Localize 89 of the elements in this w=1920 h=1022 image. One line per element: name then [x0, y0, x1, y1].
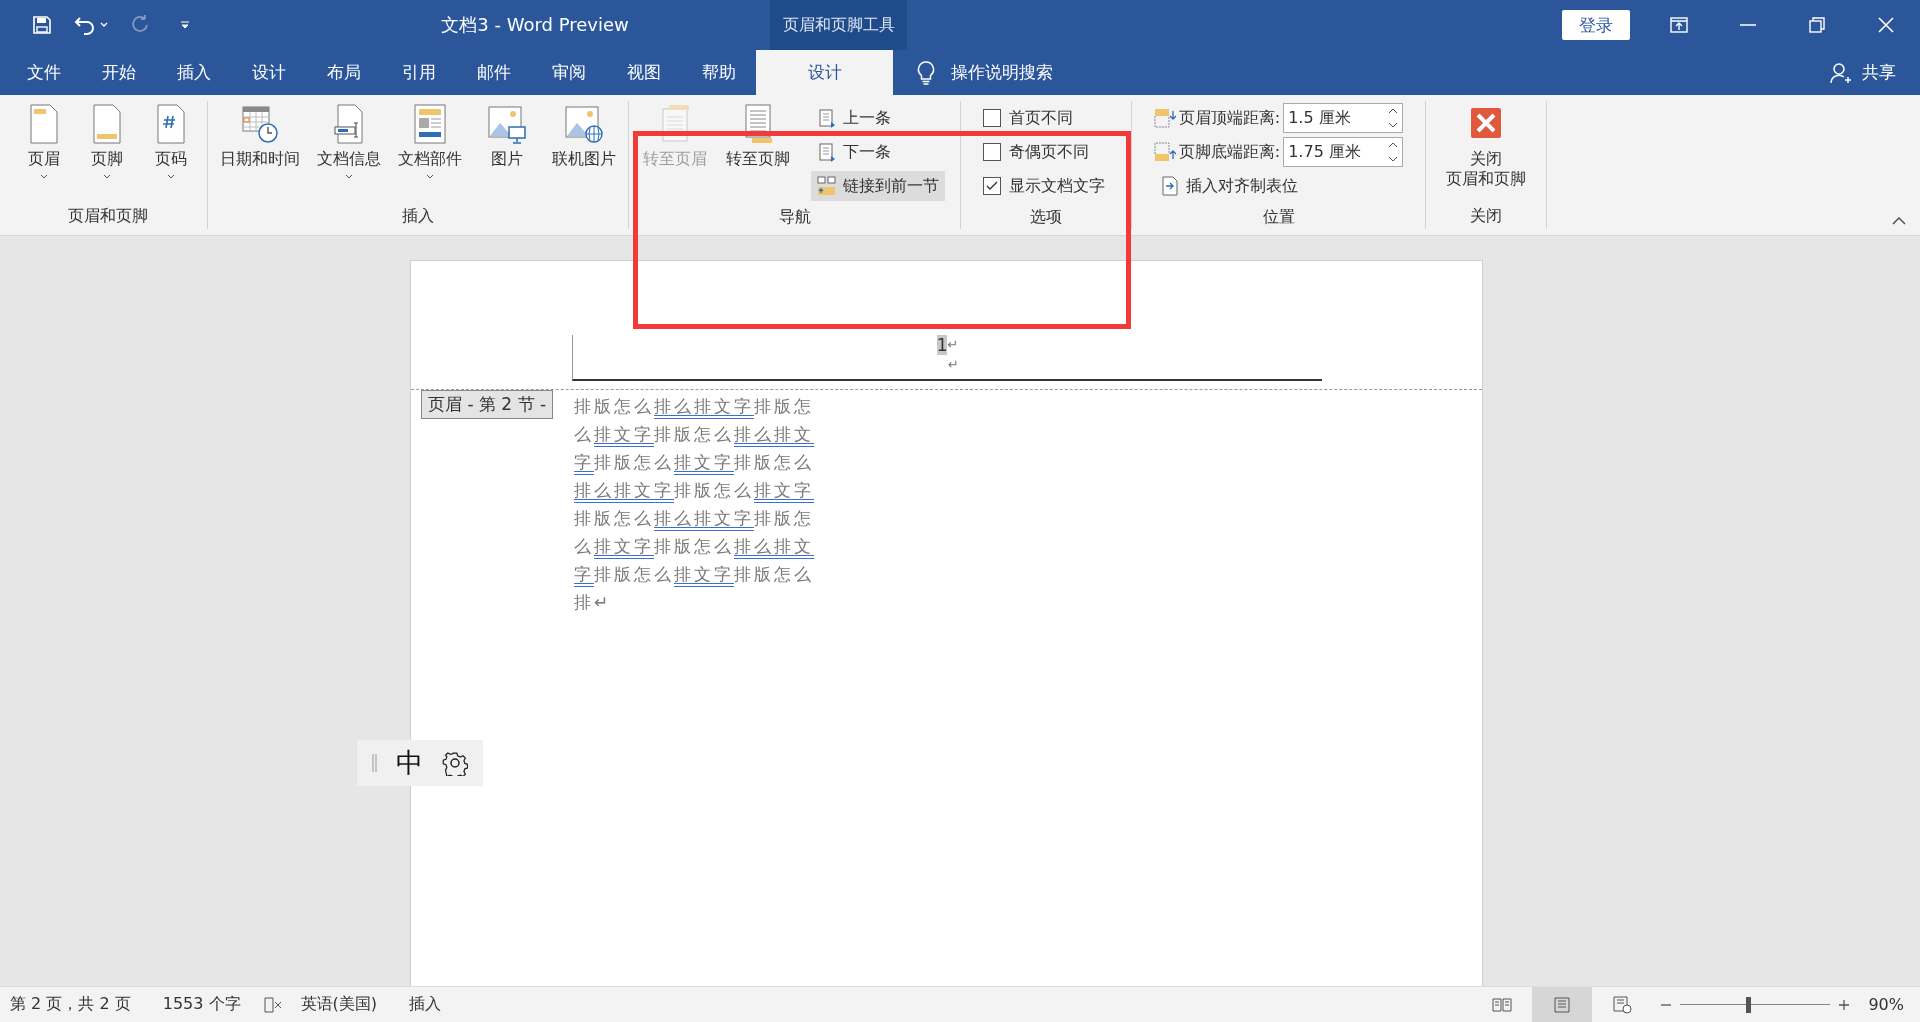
spin-field[interactable]: 1.75 厘米 — [1283, 137, 1404, 167]
web-layout-icon — [1612, 995, 1633, 1014]
collapse-ribbon-icon[interactable] — [1892, 217, 1906, 225]
ribbon-tab[interactable]: 设计 — [231, 50, 306, 95]
field-label: 页眉顶端距离: — [1178, 107, 1281, 129]
caret-icon[interactable] — [39, 174, 48, 179]
undo-icon[interactable] — [74, 15, 96, 35]
ribbon-button[interactable]: 页码 — [140, 101, 203, 179]
calendar-clock-icon — [240, 103, 281, 145]
lightbulb-icon[interactable] — [917, 60, 935, 85]
ribbon-tab[interactable]: 布局 — [306, 50, 381, 95]
field-label: 页脚底端距离: — [1178, 141, 1281, 163]
zoom-in-icon[interactable] — [1838, 998, 1851, 1011]
ribbon-button[interactable]: 文档部件 — [395, 101, 465, 179]
customize-caret-icon[interactable] — [180, 21, 190, 29]
caret-icon[interactable] — [103, 174, 112, 179]
checkbox-label[interactable]: 显示文档文字 — [1009, 175, 1105, 197]
save-icon[interactable] — [32, 15, 52, 35]
link-sections-icon — [817, 176, 838, 196]
share-button[interactable]: 共享 — [1862, 61, 1896, 84]
group-label: 选项 — [1029, 207, 1063, 228]
ribbon-button[interactable]: 日期和时间 — [217, 101, 304, 169]
ribbon-button[interactable]: 转至页脚 — [723, 101, 794, 169]
caret-icon[interactable] — [345, 174, 354, 179]
footer-distance-icon — [1153, 142, 1176, 162]
ribbon-display-icon[interactable] — [1669, 17, 1688, 33]
minimize-icon[interactable] — [1739, 24, 1756, 26]
checkbox-label[interactable]: 首页不同 — [1009, 107, 1073, 129]
tab-stop-icon — [1159, 176, 1180, 196]
close-window-icon[interactable] — [1877, 17, 1894, 33]
paragraph-mark: ↵ — [947, 336, 959, 354]
ribbon-tab[interactable]: 帮助 — [681, 50, 756, 95]
ribbon-tab[interactable]: 审阅 — [531, 50, 606, 95]
group-label: 页眉和页脚 — [66, 206, 149, 227]
input-mode-toggle[interactable]: 中 — [396, 745, 424, 781]
globe-picture-icon — [563, 103, 604, 145]
language-indicator[interactable]: 英语(美国) — [300, 994, 377, 1015]
ribbon-tab[interactable]: 插入 — [156, 50, 231, 95]
group-label: 关闭 — [1469, 206, 1503, 227]
restore-icon[interactable] — [1808, 17, 1825, 33]
header-section-label: 页眉 - 第 2 节 - — [421, 390, 554, 419]
spin-field[interactable]: 1.5 厘米 — [1283, 103, 1404, 133]
ribbon-button[interactable]: 页眉 — [12, 101, 75, 179]
ribbon-button[interactable]: 上一条 — [811, 103, 946, 133]
group-label: 插入 — [401, 206, 435, 227]
header-distance-icon — [1153, 108, 1176, 128]
person-add-icon[interactable] — [1830, 61, 1852, 84]
window-title: 文档3 - Word Preview — [440, 13, 630, 37]
ribbon-button[interactable]: 页脚 — [76, 101, 139, 179]
ribbon-button[interactable]: 插入对齐制表位 — [1153, 171, 1404, 201]
checkbox[interactable] — [983, 177, 1001, 195]
group-label: 位置 — [1261, 207, 1296, 228]
ribbon-button[interactable]: 文档信息 — [314, 101, 385, 179]
ribbon-tab[interactable]: 设计 — [756, 50, 893, 95]
spinner-arrows-icon[interactable] — [1388, 141, 1399, 163]
ribbon-button[interactable]: 下一条 — [811, 137, 946, 167]
caret-icon[interactable] — [426, 174, 434, 179]
redo-icon[interactable] — [130, 15, 150, 35]
ribbon-tab[interactable]: 开始 — [81, 50, 156, 95]
tell-me-search[interactable]: 操作说明搜索 — [951, 61, 1053, 84]
word-count[interactable]: 1553 个字 — [162, 994, 241, 1015]
zoom-level[interactable]: 90% — [1868, 995, 1904, 1014]
spinner-arrows-icon[interactable] — [1388, 107, 1399, 129]
page-number[interactable]: 1 — [936, 335, 948, 355]
read-mode-icon — [1492, 996, 1513, 1013]
grip-icon[interactable] — [372, 753, 379, 773]
group-label: 导航 — [777, 207, 812, 228]
caret-icon[interactable] — [167, 174, 176, 179]
picture-icon — [486, 103, 527, 145]
ribbon-button[interactable]: 联机图片 — [548, 101, 619, 169]
checkbox-label[interactable]: 奇偶页不同 — [1009, 141, 1089, 163]
ribbon-button[interactable]: 关闭 页眉和页脚 — [1443, 101, 1529, 189]
checkbox[interactable] — [983, 109, 1001, 127]
ribbon-tab[interactable]: 文件 — [6, 50, 81, 95]
contextual-tab-label: 页眉和页脚工具 — [770, 0, 907, 50]
page-count[interactable]: 第 2 页，共 2 页 — [10, 994, 131, 1015]
ribbon-button[interactable]: 图片 — [475, 101, 538, 169]
ribbon-tab[interactable]: 邮件 — [456, 50, 531, 95]
print-layout-icon — [1553, 996, 1572, 1013]
settings-icon[interactable] — [441, 750, 468, 776]
insert-mode[interactable]: 插入 — [409, 994, 441, 1015]
proofing-icon[interactable] — [262, 995, 283, 1014]
checkbox[interactable] — [983, 143, 1001, 161]
ribbon-button[interactable]: 链接到前一节 — [811, 171, 946, 201]
body-paragraph: 排版怎么排么排文字排版怎么排文字排版怎么排么排文字排版怎么排文字排版怎么 排么排文字排版怎么排文字 排版怎么排么排文字排版怎么排文字排版怎么排么排文字排版怎么排文字排版怎么排↵ — [574, 395, 815, 614]
sign-in-button[interactable]: 登录 — [1562, 10, 1630, 40]
ribbon-tab[interactable]: 引用 — [381, 50, 456, 95]
paragraph-mark: ↵ — [947, 356, 959, 374]
ribbon-tab[interactable]: 视图 — [606, 50, 681, 95]
